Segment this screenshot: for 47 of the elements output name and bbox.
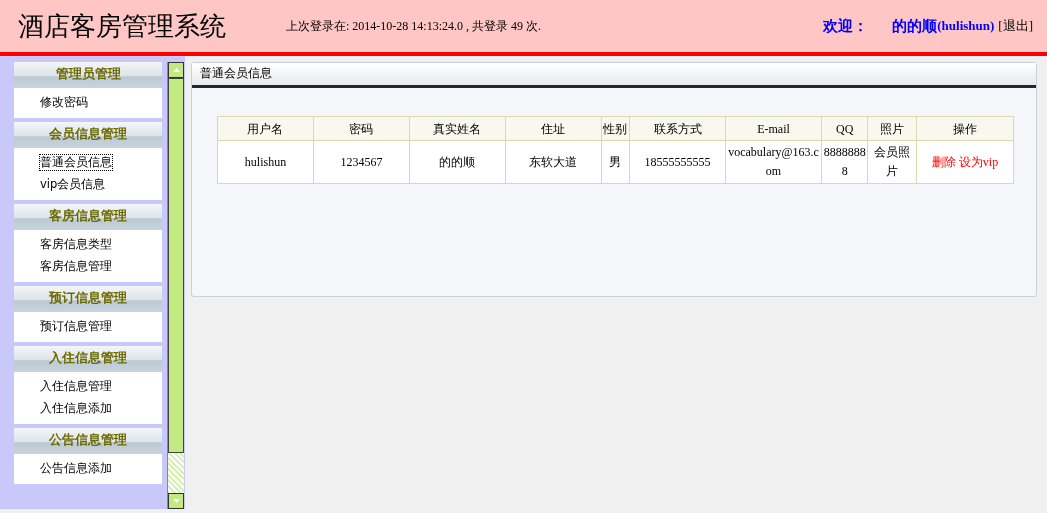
column-header: 用户名 xyxy=(217,116,314,141)
column-header: 照片 xyxy=(867,116,917,141)
panel-title: 普通会员信息 xyxy=(200,66,272,80)
sidebar-link[interactable]: 修改密码 xyxy=(39,94,89,111)
table-cell: 的的顺 xyxy=(409,140,506,184)
column-header: QQ xyxy=(821,116,868,141)
scroll-up-icon[interactable] xyxy=(168,62,184,78)
action-link[interactable]: 删除 xyxy=(931,154,956,169)
column-header: 真实姓名 xyxy=(409,116,506,141)
table-cell: 东软大道 xyxy=(505,140,602,184)
scroll-down-icon[interactable] xyxy=(168,493,184,509)
table-cell: vocabulary@163.com xyxy=(725,140,822,184)
sidebar-link[interactable]: 公告信息添加 xyxy=(39,460,113,477)
column-header: 住址 xyxy=(505,116,602,141)
sidebar-link[interactable]: vip会员信息 xyxy=(39,176,107,193)
table-cell: 88888888 xyxy=(821,140,868,184)
username-text: (hulishun) xyxy=(937,17,995,36)
last-login-text: 上次登录在: 2014-10-28 14:13:24.0 , 共登录 49 次. xyxy=(286,18,541,35)
column-header: 性别 xyxy=(601,116,630,141)
welcome-label: 欢迎： xyxy=(823,16,869,36)
table-cell: 会员照片 xyxy=(867,140,917,184)
section-header[interactable]: 管理员管理 xyxy=(14,62,162,88)
sidebar-link[interactable]: 普通会员信息 xyxy=(39,154,113,171)
logout-link[interactable]: [退出] xyxy=(998,16,1033,36)
sidebar-link[interactable]: 客房信息类型 xyxy=(39,236,113,253)
sidebar-link[interactable]: 入住信息添加 xyxy=(39,400,113,417)
scroll-thumb[interactable] xyxy=(168,78,184,453)
table-cell: 男 xyxy=(601,140,630,184)
user-name: 的的顺 xyxy=(892,16,938,36)
section-header[interactable]: 预订信息管理 xyxy=(14,286,162,312)
scrollbar[interactable] xyxy=(167,62,184,509)
sidebar-link[interactable]: 预订信息管理 xyxy=(39,318,113,335)
column-header: E-mail xyxy=(725,116,822,141)
table-cell: 18555555555 xyxy=(629,140,726,184)
column-header: 操作 xyxy=(916,116,1014,141)
sidebar-link[interactable]: 入住信息管理 xyxy=(39,378,113,395)
app-title: 酒店客房管理系统 xyxy=(18,9,226,43)
sidebar-link[interactable]: 客房信息管理 xyxy=(39,258,113,275)
section-header[interactable]: 入住信息管理 xyxy=(14,346,162,372)
column-header: 密码 xyxy=(313,116,410,141)
section-header[interactable]: 客房信息管理 xyxy=(14,204,162,230)
column-header: 联系方式 xyxy=(629,116,726,141)
section-header[interactable]: 会员信息管理 xyxy=(14,122,162,148)
action-link[interactable]: 设为vip xyxy=(958,154,999,169)
table-cell: 1234567 xyxy=(313,140,410,184)
table-cell: hulishun xyxy=(217,140,314,184)
section-header[interactable]: 公告信息管理 xyxy=(14,428,162,454)
